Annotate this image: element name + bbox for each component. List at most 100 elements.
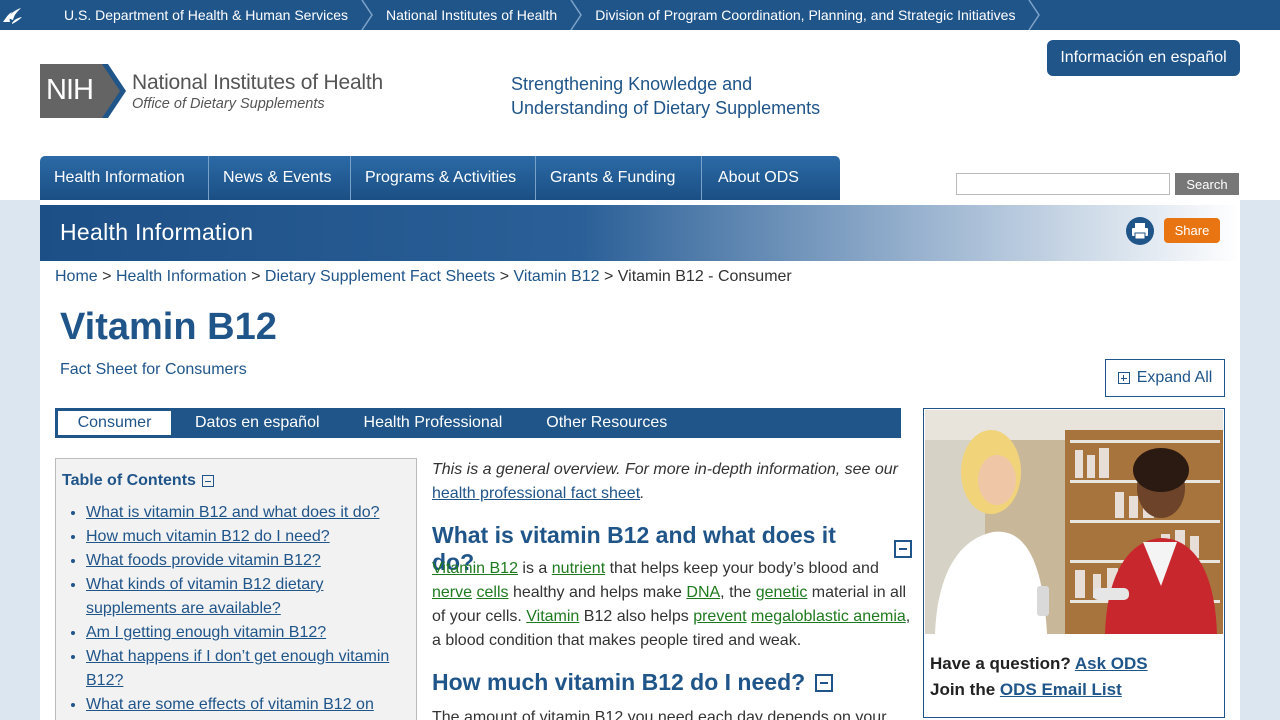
list-item: What are some effects of vitamin B12 on — [86, 693, 406, 717]
toc-link[interactable]: What is vitamin B12 and what does it do? — [86, 504, 380, 521]
chevron-right-icon — [570, 0, 583, 30]
breadcrumb-separator: > — [102, 268, 112, 285]
breadcrumb-vitamin-b12[interactable]: Vitamin B12 — [514, 268, 600, 285]
list-item: What is vitamin B12 and what does it do? — [86, 501, 406, 525]
text-run: , the — [720, 584, 756, 601]
topbar-link-label: Division of Program Coordination, Planni… — [595, 7, 1016, 23]
ask-ods-sidebar: Have a question? Ask ODS Join the ODS Em… — [923, 408, 1225, 718]
pharmacy-consultation-image — [925, 410, 1223, 634]
tab-health-professional[interactable]: Health Professional — [342, 408, 525, 438]
glossary-link[interactable]: Vitamin — [526, 608, 579, 625]
paragraph-how-much: The amount of vitamin B12 you need each … — [432, 709, 887, 720]
logo-subtitle: Office of Dietary Supplements — [132, 95, 325, 112]
topbar-link-hhs[interactable]: U.S. Department of Health & Human Servic… — [0, 0, 374, 30]
chevron-right-icon — [361, 0, 373, 30]
ask-ods-link[interactable]: Ask ODS — [1075, 654, 1148, 673]
share-button[interactable]: Share — [1164, 218, 1220, 243]
nih-logo-text: NIH — [46, 74, 94, 106]
logo-text-block: National Institutes of Health Office of … — [132, 71, 383, 112]
chevron-right-icon — [1028, 0, 1041, 30]
question-label: Have a question? — [930, 654, 1071, 673]
hhs-eagle-icon — [3, 8, 22, 24]
health-professional-link[interactable]: health professional fact sheet — [432, 485, 640, 502]
glossary-link[interactable]: nutrient — [552, 560, 605, 577]
search-input[interactable] — [956, 173, 1170, 195]
list-item: What foods provide vitamin B12? — [86, 549, 406, 573]
tagline-line: Strengthening Knowledge and — [511, 74, 753, 94]
factsheet-tabs: Consumer Datos en español Health Profess… — [55, 408, 901, 438]
toc-link[interactable]: Am I getting enough vitamin B12? — [86, 624, 326, 641]
nav-grants-funding[interactable]: Grants & Funding — [536, 156, 702, 200]
print-icon[interactable] — [1126, 217, 1154, 245]
question-line: Have a question? Ask ODS — [930, 651, 1148, 677]
intro-period: . — [640, 485, 645, 502]
topbar-link-nih[interactable]: National Institutes of Health — [374, 0, 583, 30]
pharmacy-photo — [925, 410, 1223, 634]
toc-link[interactable]: What happens if I don’t get enough vitam… — [86, 648, 389, 689]
espanol-button[interactable]: Información en español — [1047, 40, 1240, 76]
ods-email-list-link[interactable]: ODS Email List — [1000, 680, 1122, 699]
collapse-minus-icon[interactable] — [201, 475, 214, 487]
site-header: NIH National Institutes of Health Office… — [0, 30, 1280, 200]
glossary-link[interactable]: megaloblastic anemia — [751, 608, 906, 625]
join-label: Join the — [930, 680, 996, 699]
nav-about-ods[interactable]: About ODS — [702, 156, 840, 200]
hhs-topbar: U.S. Department of Health & Human Servic… — [0, 0, 1280, 30]
tab-other-resources[interactable]: Other Resources — [524, 408, 689, 438]
text-run: healthy and helps make — [508, 584, 687, 601]
tab-datos-espanol[interactable]: Datos en español — [173, 408, 342, 438]
banner-title: Health Information — [60, 219, 254, 245]
expand-all-button[interactable]: Expand All — [1105, 359, 1225, 397]
page-subtitle: Fact Sheet for Consumers — [60, 361, 247, 378]
main-nav: Health Information News & Events Program… — [40, 156, 840, 200]
toc-title-label: Table of Contents — [62, 472, 196, 489]
breadcrumb-separator: > — [251, 268, 261, 285]
nih-logo-mark: NIH — [40, 64, 126, 118]
glossary-link[interactable]: prevent — [693, 608, 746, 625]
toc-link[interactable]: What are some effects of vitamin B12 on — [86, 696, 374, 713]
section-heading-how-much: How much vitamin B12 do I need? — [432, 669, 834, 696]
glossary-link[interactable]: cells — [476, 584, 508, 601]
search-button[interactable]: Search — [1175, 173, 1239, 195]
toc-list: What is vitamin B12 and what does it do?… — [86, 501, 406, 717]
text-run: B12 also helps — [579, 608, 694, 625]
breadcrumb-home[interactable]: Home — [55, 268, 98, 285]
topbar-link-label: U.S. Department of Health & Human Servic… — [64, 7, 349, 23]
collapse-minus-icon[interactable] — [815, 673, 834, 692]
list-item: Am I getting enough vitamin B12? — [86, 621, 406, 645]
expand-all-label: Expand All — [1136, 369, 1213, 386]
nav-health-information[interactable]: Health Information — [40, 156, 209, 200]
intro-sentence: This is a general overview. For more in-… — [432, 461, 898, 478]
nav-programs-activities[interactable]: Programs & Activities — [351, 156, 536, 200]
table-of-contents: Table of Contents What is vitamin B12 an… — [55, 458, 417, 720]
nav-news-events[interactable]: News & Events — [209, 156, 351, 200]
topbar-link-dpcpsi[interactable]: Division of Program Coordination, Planni… — [583, 0, 1041, 30]
toc-link[interactable]: What kinds of vitamin B12 dietary supple… — [86, 576, 323, 617]
page-title: Vitamin B12 — [60, 306, 277, 348]
list-item: How much vitamin B12 do I need? — [86, 525, 406, 549]
tagline-line: Understanding of Dietary Supplements — [511, 98, 821, 118]
expand-plus-icon — [1117, 372, 1130, 384]
tab-consumer[interactable]: Consumer — [58, 411, 171, 435]
list-item: What happens if I don’t get enough vitam… — [86, 645, 406, 693]
intro-text: This is a general overview. For more in-… — [432, 458, 912, 506]
glossary-link[interactable]: genetic — [756, 584, 808, 601]
nih-ods-logo[interactable]: NIH National Institutes of Health Office… — [40, 64, 383, 118]
glossary-link[interactable]: nerve — [432, 584, 472, 601]
printer-icon — [1132, 223, 1148, 240]
paragraph-what-is: Vitamin B12 is a nutrient that helps kee… — [432, 557, 912, 653]
toc-link[interactable]: What foods provide vitamin B12? — [86, 552, 321, 569]
heading-text: How much vitamin B12 do I need? — [432, 669, 806, 695]
section-banner: Health Information Share — [40, 205, 1240, 261]
breadcrumb-fact-sheets[interactable]: Dietary Supplement Fact Sheets — [265, 268, 495, 285]
toc-link[interactable]: How much vitamin B12 do I need? — [86, 528, 330, 545]
glossary-link[interactable]: DNA — [686, 584, 720, 601]
breadcrumb: Home > Health Information > Dietary Supp… — [55, 268, 792, 286]
ask-ods-text: Have a question? Ask ODS Join the ODS Em… — [930, 651, 1148, 703]
breadcrumb-current: Vitamin B12 - Consumer — [617, 268, 792, 285]
text-run: that helps keep your body’s blood and — [605, 560, 879, 577]
collapse-minus-icon[interactable] — [894, 540, 912, 558]
toc-title[interactable]: Table of Contents — [62, 472, 214, 490]
glossary-link[interactable]: Vitamin B12 — [432, 560, 518, 577]
breadcrumb-health-information[interactable]: Health Information — [116, 268, 247, 285]
